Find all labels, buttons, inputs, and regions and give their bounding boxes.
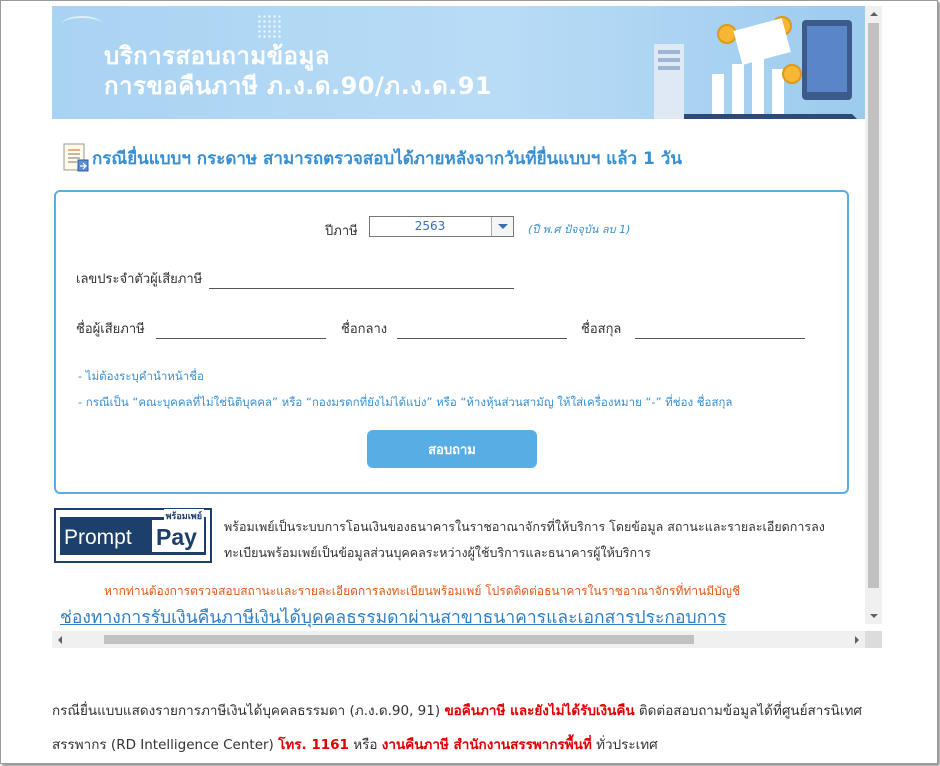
contact-text-4: ทั่วประเทศ	[591, 737, 658, 753]
first-name-label: ชื่อผู้เสียภาษี	[76, 322, 145, 337]
contact-highlight-phone: โทร. 1161	[278, 737, 349, 753]
contact-highlight-office: งานคืนภาษี สำนักงานสรรพากรพื้นที่	[381, 737, 592, 753]
tax-year-value: 2563	[414, 219, 446, 233]
laptop-coins-illustration-icon	[654, 16, 857, 119]
promptpay-warning: หากท่านต้องการตรวจสอบสถานะและรายละเอียดก…	[104, 584, 741, 598]
note-group-entity: - กรณีเป็น “คณะบุคคลที่ไม่ใช่นิติบุคคล” …	[78, 395, 733, 409]
middle-name-field[interactable]	[397, 319, 567, 339]
promptpay-logo-pay: Pay	[156, 524, 197, 550]
tax-year-label: ปีภาษี	[325, 224, 358, 239]
contact-text-1: กรณียื่นแบบแสดงรายการภาษีเงินได้บุคคลธรร…	[52, 703, 445, 719]
chevron-down-icon[interactable]	[491, 217, 513, 236]
taxpayer-id-field[interactable]	[209, 269, 514, 289]
promptpay-logo-thai: พร้อมเพย์	[163, 509, 204, 523]
scroll-down-icon[interactable]	[865, 607, 882, 624]
promptpay-description: พร้อมเพย์เป็นระบบการโอนเงินของธนาคารในรา…	[224, 519, 825, 560]
heading-text: กรณียื่นแบบฯ กระดาษ สามารถตรวจสอบได้ภายห…	[92, 148, 682, 169]
decorative-dots	[257, 14, 281, 38]
refund-channels-link[interactable]: ช่องทางการรับเงินคืนภาษีเงินได้บุคคลธรรม…	[60, 603, 726, 631]
note-no-title: - ไม่ต้องระบุคำนำหน้าชื่อ	[78, 369, 204, 383]
banner: บริการสอบถามข้อมูล การขอคืนภาษี ภ.ง.ด.90…	[52, 6, 865, 119]
search-form: ปีภาษี 2563 (ปี พ.ศ ปัจจุบัน ลบ 1) เลขปร…	[54, 190, 849, 494]
tax-year-hint: (ปี พ.ศ ปัจจุบัน ลบ 1)	[528, 223, 631, 236]
last-name-field[interactable]	[635, 319, 805, 339]
tax-year-select[interactable]: 2563	[369, 216, 514, 237]
scroll-right-icon[interactable]	[848, 631, 865, 648]
promptpay-logo-pay-box: Pay	[152, 520, 204, 552]
promptpay-logo-prompt: Prompt	[64, 526, 132, 549]
embedded-frame: บริการสอบถามข้อมูล การขอคืนภาษี ภ.ง.ด.90…	[52, 6, 882, 648]
promptpay-logo: Prompt Pay พร้อมเพย์	[54, 508, 212, 563]
scrollbar-corner	[865, 631, 882, 648]
horizontal-scrollbar[interactable]	[52, 631, 865, 648]
page-heading: กรณียื่นแบบฯ กระดาษ สามารถตรวจสอบได้ภายห…	[62, 142, 682, 174]
submit-query-button[interactable]: สอบถาม	[367, 430, 537, 468]
contact-text-3: หรือ	[348, 737, 382, 753]
scroll-up-icon[interactable]	[865, 6, 882, 23]
decorative-wave	[62, 16, 102, 32]
last-name-label: ชื่อสกุล	[581, 322, 622, 337]
document-icon	[63, 143, 89, 172]
taxpayer-id-label: เลขประจำตัวผู้เสียภาษี	[76, 272, 203, 287]
vertical-scrollbar[interactable]	[865, 6, 882, 624]
contact-highlight-refund: ขอคืนภาษี และยังไม่ได้รับเงินคืน	[444, 703, 635, 719]
middle-name-label: ชื่อกลาง	[341, 322, 388, 337]
vertical-scroll-thumb[interactable]	[868, 23, 879, 588]
banner-title-line2: การขอคืนภาษี ภ.ง.ด.90/ภ.ง.ด.91	[104, 72, 493, 100]
first-name-field[interactable]	[156, 319, 326, 339]
contact-paragraph: กรณียื่นแบบแสดงรายการภาษีเงินได้บุคคลธรร…	[52, 694, 892, 762]
horizontal-scroll-thumb[interactable]	[104, 635, 694, 644]
scroll-left-icon[interactable]	[52, 631, 69, 648]
